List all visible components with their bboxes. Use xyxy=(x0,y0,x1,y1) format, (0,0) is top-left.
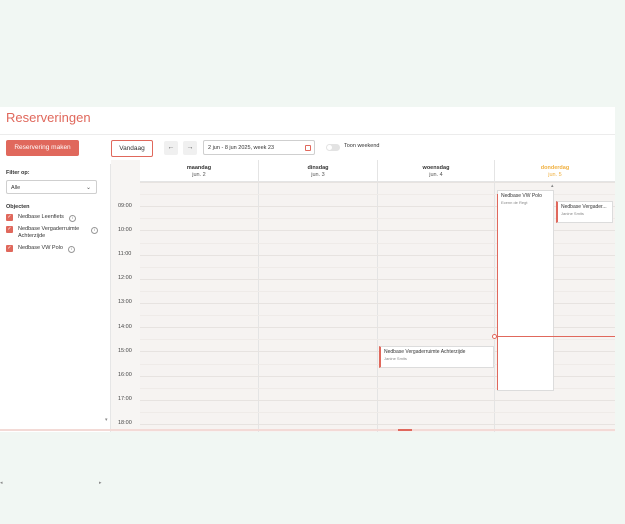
weekend-toggle[interactable] xyxy=(326,144,340,151)
calendar-icon xyxy=(305,145,311,151)
chevron-down-icon: ⌄ xyxy=(85,185,91,191)
day-name: dinsdag xyxy=(307,165,329,171)
event-title: Nedbase VW Polo xyxy=(501,193,542,199)
scroll-right-icon[interactable]: ▸ xyxy=(99,480,102,486)
time-label: 13:00 xyxy=(118,299,132,305)
next-week-button[interactable]: → xyxy=(183,141,197,155)
day-column-tuesday[interactable] xyxy=(259,182,378,432)
day-date: jun. 3 xyxy=(311,172,325,178)
day-header-thursday: donderdag jun. 5 xyxy=(495,160,615,182)
time-label: 18:00 xyxy=(118,420,132,426)
event-vergaderruimte-thursday[interactable]: Nedbase Vergader... Janine Smits xyxy=(556,201,613,223)
scroll-down-icon[interactable]: ▾ xyxy=(105,417,108,423)
scroll-left-icon[interactable]: ◂ xyxy=(0,480,3,486)
divider xyxy=(0,134,615,135)
day-name: donderdag xyxy=(540,165,570,171)
event-vergaderruimte[interactable]: Nedbase Vergaderruimte Achterzijde Janin… xyxy=(379,346,494,368)
weekend-toggle-label: Toon weekend xyxy=(344,143,380,149)
event-title: Nedbase Vergaderruimte Achterzijde xyxy=(384,349,466,355)
info-icon[interactable]: i xyxy=(91,227,98,234)
day-header-wednesday: woensdag jun. 4 xyxy=(378,160,495,182)
sidebar: Filter op: Alle ⌄ Objecten ✓ Nedbase Lee… xyxy=(0,164,111,486)
today-button[interactable]: Vandaag xyxy=(111,140,153,157)
current-time-dot xyxy=(492,334,497,339)
calendar-grid: maandag jun. 2 dinsdag jun. 3 woensdag j… xyxy=(111,160,615,432)
hour-line xyxy=(140,399,615,401)
scroll-up-icon[interactable]: ▴ xyxy=(551,183,554,189)
time-label: 09:00 xyxy=(118,203,132,209)
day-date: jun. 2 xyxy=(192,172,206,178)
time-label: 15:00 xyxy=(118,348,132,354)
day-column-monday[interactable] xyxy=(140,182,259,432)
time-label: 11:00 xyxy=(118,251,132,257)
object-item-vw-polo[interactable]: ✓ Nedbase VW Polo i xyxy=(6,245,101,255)
event-vw-polo[interactable]: Nedbase VW Polo Ecenn de Regt xyxy=(497,190,554,391)
object-item-vergaderruimte[interactable]: ✓ Nedbase Vergaderruimte Achterzijde i xyxy=(6,226,101,242)
time-column xyxy=(111,160,141,432)
filter-label: Filter op: xyxy=(6,170,30,176)
day-header-tuesday: dinsdag jun. 3 xyxy=(259,160,378,182)
new-reservation-button[interactable]: Reservering maken xyxy=(6,140,79,156)
day-date: jun. 4 xyxy=(429,172,443,178)
hour-line xyxy=(140,424,615,425)
object-label: Nedbase Leenfiets xyxy=(18,214,64,220)
day-header-monday: maandag jun. 2 xyxy=(140,160,259,182)
time-label: 16:00 xyxy=(118,372,132,378)
current-time-line xyxy=(494,336,615,337)
prev-week-button[interactable]: ← xyxy=(164,141,178,155)
app-window: Reserveringen Reservering maken Vandaag … xyxy=(0,107,615,486)
half-hour-line xyxy=(140,411,615,413)
current-time-marker-vertical xyxy=(497,194,498,390)
date-range-text: 2 jun - 8 jun 2025, week 23 xyxy=(208,145,275,151)
time-label: 17:00 xyxy=(118,396,132,402)
checkbox-checked-icon[interactable]: ✓ xyxy=(6,226,13,233)
checkbox-checked-icon[interactable]: ✓ xyxy=(6,214,13,221)
day-column-wednesday[interactable] xyxy=(378,182,495,432)
date-range-picker[interactable]: 2 jun - 8 jun 2025, week 23 xyxy=(203,140,315,155)
scrollbar-thumb[interactable] xyxy=(398,429,412,431)
info-icon[interactable]: i xyxy=(68,246,75,253)
time-label: 14:00 xyxy=(118,324,132,330)
objects-label: Objecten xyxy=(6,204,30,210)
time-label: 12:00 xyxy=(118,275,132,281)
horizontal-scrollbar[interactable] xyxy=(0,429,615,431)
filter-select-value: Alle xyxy=(11,185,21,191)
event-title: Nedbase Vergader... xyxy=(561,204,607,210)
time-label: 10:00 xyxy=(118,227,132,233)
checkbox-checked-icon[interactable]: ✓ xyxy=(6,245,13,252)
day-name: woensdag xyxy=(422,165,450,171)
object-item-leenfiets[interactable]: ✓ Nedbase Leenfiets i xyxy=(6,214,101,224)
object-label: Nedbase Vergaderruimte Achterzijde xyxy=(18,226,80,239)
info-icon[interactable]: i xyxy=(69,215,76,222)
event-subtitle: Ecenn de Regt xyxy=(501,200,528,205)
event-subtitle: Janine Smits xyxy=(561,211,584,216)
event-subtitle: Janine Smits xyxy=(384,356,407,361)
page-title: Reserveringen xyxy=(6,110,91,125)
hour-line xyxy=(140,182,615,183)
object-label: Nedbase VW Polo xyxy=(18,245,63,251)
day-date: jun. 5 xyxy=(548,172,562,178)
filter-select[interactable]: Alle ⌄ xyxy=(6,180,97,194)
day-name: maandag xyxy=(186,165,212,171)
